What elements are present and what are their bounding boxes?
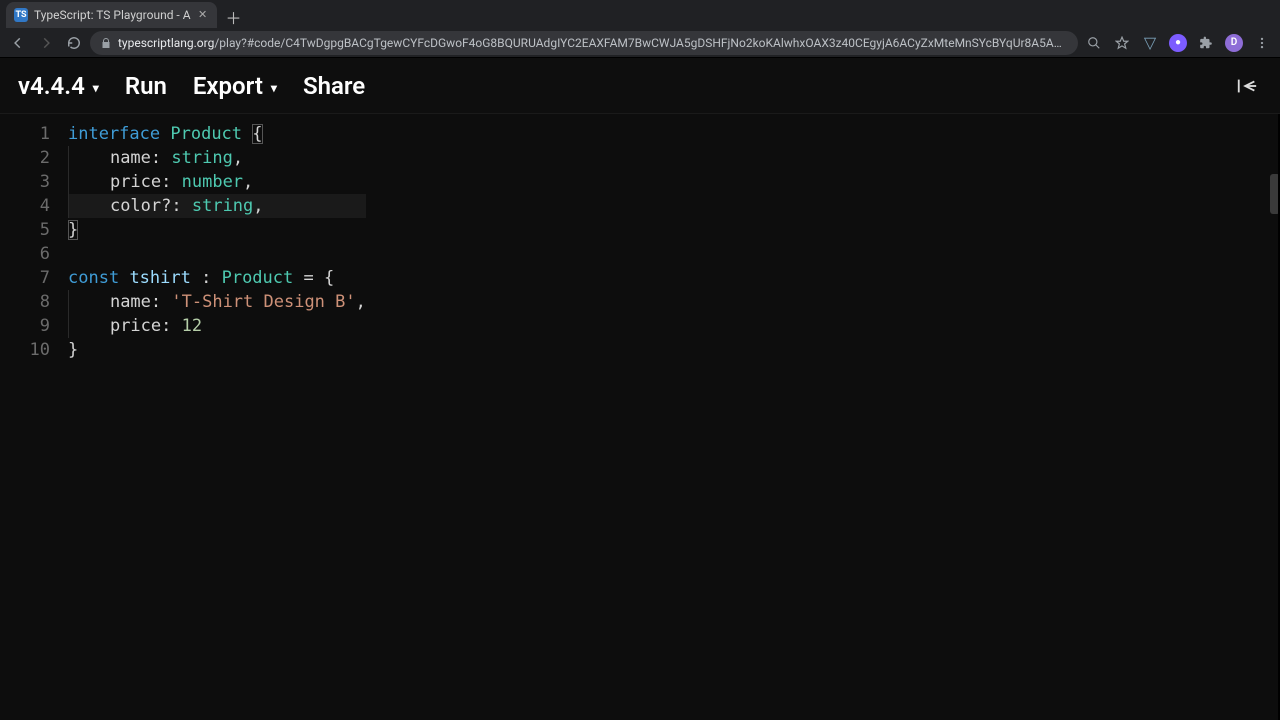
tab-title: TypeScript: TS Playground - A (34, 8, 191, 22)
tab-strip: TS TypeScript: TS Playground - A ✕ ＋ (0, 0, 1280, 28)
url-text: typescriptlang.org/play?#code/C4TwDgpgBA… (118, 36, 1068, 50)
share-button[interactable]: Share (303, 72, 365, 100)
code-line[interactable]: price: number, (68, 170, 366, 194)
run-button[interactable]: Run (125, 72, 167, 100)
code-line[interactable]: interface Product { (68, 122, 366, 146)
address-bar[interactable]: typescriptlang.org/play?#code/C4TwDgpgBA… (90, 31, 1078, 55)
line-number: 5 (0, 218, 68, 242)
tab-close-icon[interactable]: ✕ (197, 9, 209, 21)
line-number: 3 (0, 170, 68, 194)
code-line[interactable]: name: string, (68, 146, 366, 170)
line-number: 8 (0, 290, 68, 314)
extension-a-icon[interactable]: ▽ (1138, 31, 1162, 55)
browser-chrome: TS TypeScript: TS Playground - A ✕ ＋ typ… (0, 0, 1280, 58)
line-number: 4 (0, 194, 68, 218)
profile-avatar[interactable]: D (1222, 31, 1246, 55)
code-line[interactable]: color?: string, (68, 194, 366, 218)
code-editor[interactable]: 12345678910 interface Product { name: st… (0, 114, 1280, 720)
bookmark-star-icon[interactable] (1110, 31, 1134, 55)
code-line[interactable]: price: 12 (68, 314, 366, 338)
collapse-panel-icon[interactable] (1232, 73, 1262, 99)
omnibar: typescriptlang.org/play?#code/C4TwDgpgBA… (0, 28, 1280, 58)
line-number: 7 (0, 266, 68, 290)
code-line[interactable]: } (68, 218, 366, 242)
line-number: 6 (0, 242, 68, 266)
extensions-puzzle-icon[interactable] (1194, 31, 1218, 55)
code-line[interactable] (68, 242, 366, 266)
chevron-down-icon: ▾ (93, 81, 99, 95)
line-number: 1 (0, 122, 68, 146)
zoom-icon[interactable] (1082, 31, 1106, 55)
line-number-gutter: 12345678910 (0, 114, 68, 720)
favicon-ts-icon: TS (14, 8, 28, 22)
new-tab-button[interactable]: ＋ (223, 6, 245, 28)
export-menu[interactable]: Export▾ (193, 72, 277, 100)
extension-b-icon[interactable]: ● (1166, 31, 1190, 55)
nav-forward-button[interactable] (34, 31, 58, 55)
playground-toolbar: v4.4.4▾ Run Export▾ Share (0, 58, 1280, 114)
code-area[interactable]: interface Product { name: string, price:… (68, 114, 366, 720)
line-number: 10 (0, 338, 68, 362)
line-number: 2 (0, 146, 68, 170)
browser-tab[interactable]: TS TypeScript: TS Playground - A ✕ (6, 2, 217, 28)
line-number: 9 (0, 314, 68, 338)
code-line[interactable]: } (68, 338, 366, 362)
code-line[interactable]: const tshirt : Product = { (68, 266, 366, 290)
chrome-menu-icon[interactable] (1250, 31, 1274, 55)
chevron-down-icon: ▾ (271, 81, 277, 95)
lock-icon (100, 37, 112, 49)
version-selector[interactable]: v4.4.4▾ (18, 72, 99, 100)
nav-back-button[interactable] (6, 31, 30, 55)
nav-reload-button[interactable] (62, 31, 86, 55)
code-line[interactable]: name: 'T-Shirt Design B', (68, 290, 366, 314)
